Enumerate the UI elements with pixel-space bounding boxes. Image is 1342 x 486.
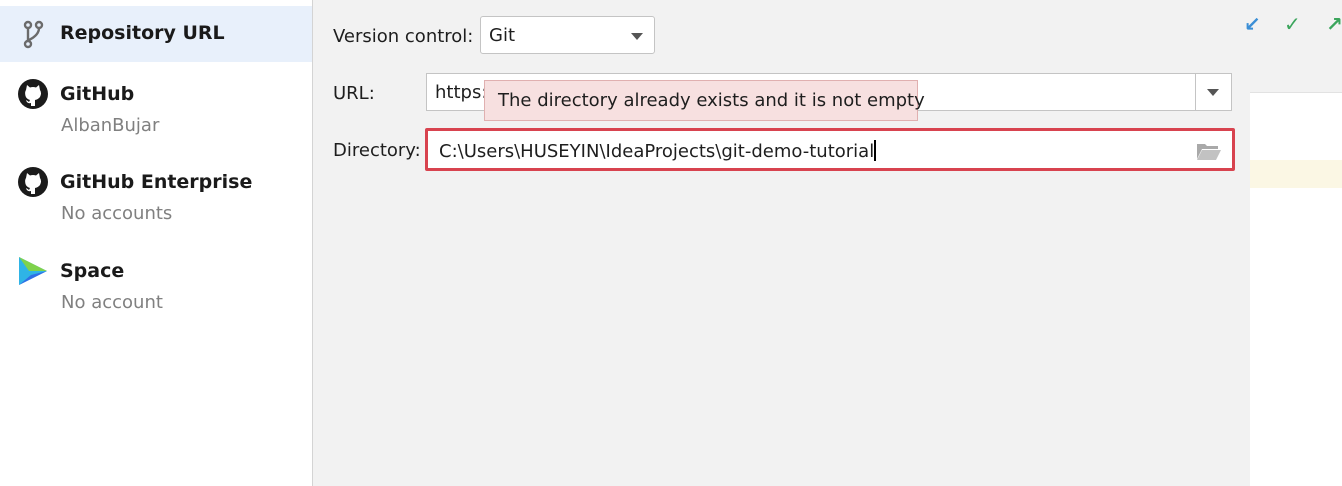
directory-label: Directory: [333, 140, 421, 161]
github-icon [18, 167, 48, 197]
version-control-label: Version control: [333, 26, 474, 47]
editor-highlight-line [1250, 160, 1342, 188]
folder-open-icon[interactable] [1196, 141, 1222, 161]
sidebar: Repository URL GitHub AlbanBujar GitHub … [0, 0, 313, 486]
version-control-value: Git [489, 25, 516, 46]
space-icon [19, 257, 47, 285]
check-icon[interactable]: ✓ [1284, 12, 1301, 36]
sidebar-item-label: Space [60, 260, 125, 282]
sidebar-item-repository-url[interactable]: Repository URL [0, 6, 312, 62]
url-value: https: [435, 82, 488, 103]
sidebar-item-space[interactable]: Space No account [0, 239, 312, 328]
sidebar-item-github-enterprise[interactable]: GitHub Enterprise No accounts [0, 150, 312, 239]
error-message: The directory already exists and it is n… [498, 90, 925, 111]
directory-value: C:\Users\HUSEYIN\IdeaProjects\git-demo-t… [439, 140, 877, 162]
sidebar-item-label: GitHub [60, 83, 135, 105]
chevron-down-icon [1207, 89, 1219, 96]
text-cursor [874, 140, 877, 161]
sidebar-item-account: No account [61, 292, 163, 313]
url-history-dropdown[interactable] [1195, 74, 1231, 110]
sidebar-item-label: Repository URL [60, 22, 225, 44]
sidebar-item-label: GitHub Enterprise [60, 171, 253, 193]
sidebar-item-github[interactable]: GitHub AlbanBujar [0, 62, 312, 150]
chevron-down-icon [631, 33, 643, 40]
github-icon [18, 79, 48, 109]
url-label: URL: [333, 83, 375, 104]
error-tooltip: The directory already exists and it is n… [484, 80, 925, 121]
arrow-icon[interactable]: ↙ [1244, 12, 1261, 36]
sidebar-item-account: No accounts [61, 203, 173, 224]
directory-input[interactable]: C:\Users\HUSEYIN\IdeaProjects\git-demo-t… [425, 128, 1235, 171]
arrow-icon[interactable]: ↗ [1326, 12, 1342, 36]
version-control-select[interactable]: Git [480, 16, 655, 54]
directory-path: C:\Users\HUSEYIN\IdeaProjects\git-demo-t… [439, 141, 875, 162]
sidebar-item-account: AlbanBujar [61, 115, 160, 136]
vcs-branch-icon [23, 20, 44, 49]
background-editor: ↙ ✓ ↗ [1244, 0, 1342, 486]
